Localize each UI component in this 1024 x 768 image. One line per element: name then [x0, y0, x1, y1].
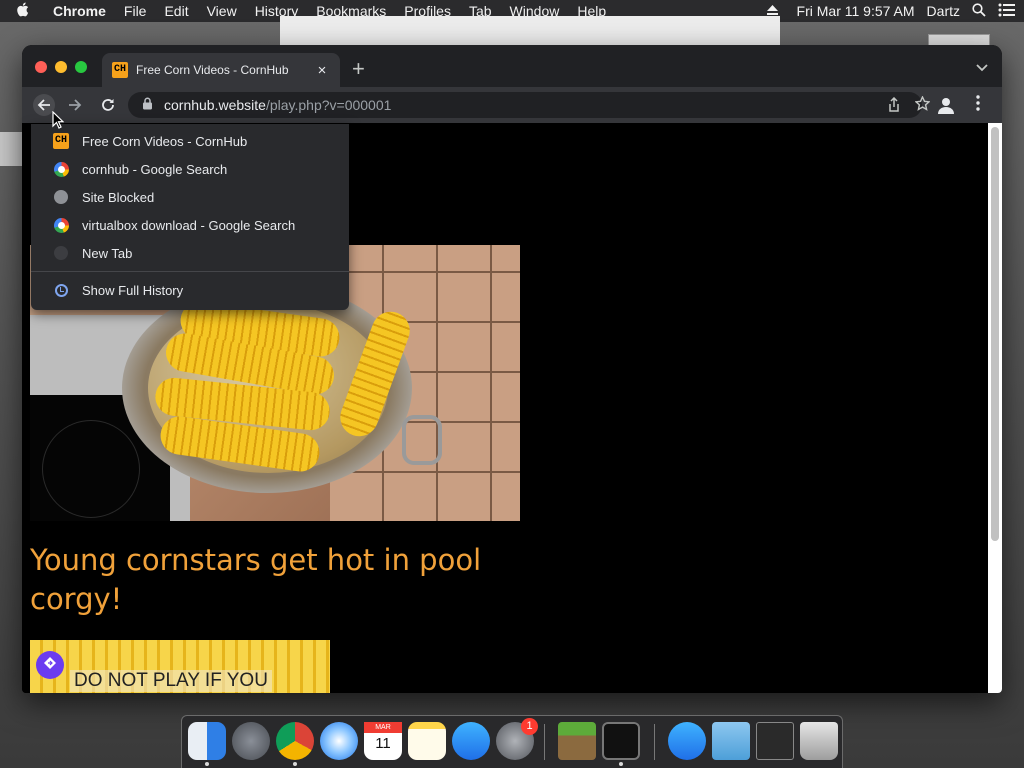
- notes-icon[interactable]: [408, 722, 446, 760]
- screenshot-stack-icon[interactable]: [756, 722, 794, 760]
- macos-dock: MAR 11 1: [181, 715, 843, 768]
- floating-extension-button[interactable]: [36, 651, 64, 679]
- tab-strip: CH Free Corn Videos - CornHub × +: [22, 45, 1002, 87]
- mouse-pointer-icon: [52, 111, 64, 129]
- history-item-site-blocked[interactable]: Site Blocked: [31, 183, 349, 211]
- terminal-icon[interactable]: [602, 722, 640, 760]
- history-item-label: cornhub - Google Search: [82, 161, 228, 177]
- zoom-window-button[interactable]: [75, 61, 87, 73]
- url-path: /play.php?v=000001: [265, 97, 392, 113]
- close-window-button[interactable]: [35, 61, 47, 73]
- back-arrow-icon: [37, 99, 50, 111]
- more-options-icon[interactable]: [974, 95, 982, 115]
- running-indicator: [205, 762, 209, 766]
- lock-icon[interactable]: [142, 97, 156, 113]
- calendar-month: MAR: [364, 722, 402, 733]
- history-item-cornhub[interactable]: CH Free Corn Videos - CornHub: [31, 127, 349, 155]
- cornhub-favicon-icon: CH: [112, 62, 128, 78]
- cornhub-favicon-icon: CH: [53, 133, 69, 149]
- thumbnail-caption: DO NOT PLAY IF YOU: [70, 670, 272, 692]
- apple-menu-icon[interactable]: [0, 2, 44, 21]
- history-clock-icon: [53, 282, 69, 298]
- show-full-history-label: Show Full History: [82, 282, 184, 298]
- diamond-arrow-icon: [44, 657, 56, 669]
- documents-folder-icon[interactable]: [712, 722, 750, 760]
- window-controls: [35, 61, 95, 73]
- reload-icon: [102, 99, 114, 111]
- running-indicator: [619, 762, 623, 766]
- back-history-menu: CH Free Corn Videos - CornHub cornhub - …: [31, 124, 349, 310]
- calendar-day: 11: [375, 735, 391, 752]
- menubar-clock[interactable]: Fri Mar 11 9:57 AM: [797, 3, 915, 19]
- calendar-icon[interactable]: MAR 11: [364, 722, 402, 760]
- app-store-icon[interactable]: [452, 722, 490, 760]
- finder-icon[interactable]: [188, 722, 226, 760]
- applications-folder-icon[interactable]: [668, 722, 706, 760]
- tab-search-chevron-icon[interactable]: [976, 60, 988, 75]
- menu-view[interactable]: View: [198, 0, 246, 22]
- new-tab-icon: [53, 245, 69, 261]
- show-full-history-item[interactable]: Show Full History: [31, 276, 349, 304]
- menu-separator: [31, 271, 349, 272]
- desktop-file-label-fragment[interactable]: [0, 132, 22, 166]
- notification-badge: 1: [521, 718, 538, 735]
- video-frame-burner: [42, 420, 140, 518]
- share-icon[interactable]: [888, 96, 900, 115]
- tab-title: Free Corn Videos - CornHub: [136, 63, 289, 77]
- running-indicator: [293, 762, 297, 766]
- browser-toolbar: cornhub.website/play.php?v=000001: [22, 87, 1002, 123]
- history-item-label: Site Blocked: [82, 189, 155, 205]
- safari-icon[interactable]: [320, 722, 358, 760]
- history-item-virtualbox-google-search[interactable]: virtualbox download - Google Search: [31, 211, 349, 239]
- globe-icon: [53, 189, 69, 205]
- menu-edit[interactable]: Edit: [155, 0, 197, 22]
- menubar-user[interactable]: Dartz: [927, 3, 960, 19]
- bookmark-star-icon[interactable]: [914, 95, 931, 115]
- history-item-label: Free Corn Videos - CornHub: [82, 133, 248, 149]
- new-tab-button[interactable]: +: [352, 57, 365, 81]
- minecraft-icon[interactable]: [558, 722, 596, 760]
- page-scrollbar[interactable]: [988, 123, 1002, 693]
- url-host: cornhub.website: [164, 97, 266, 113]
- history-item-cornhub-google-search[interactable]: cornhub - Google Search: [31, 155, 349, 183]
- profile-avatar-icon[interactable]: [936, 95, 956, 115]
- minimize-window-button[interactable]: [55, 61, 67, 73]
- chrome-icon[interactable]: [276, 722, 314, 760]
- menu-file[interactable]: File: [115, 0, 156, 22]
- launchpad-icon[interactable]: [232, 722, 270, 760]
- tab-close-icon[interactable]: ×: [314, 62, 330, 79]
- cornhub-favicon-glyph: CH: [53, 133, 69, 149]
- spotlight-search-icon[interactable]: [972, 2, 986, 20]
- video-frame-pot-handle: [402, 415, 442, 465]
- control-center-icon[interactable]: [998, 3, 1016, 20]
- video-thumbnail[interactable]: DO NOT PLAY IF YOU: [30, 640, 330, 693]
- dock-separator: [654, 724, 655, 760]
- menu-app-name[interactable]: Chrome: [44, 0, 115, 22]
- history-item-label: virtualbox download - Google Search: [82, 217, 296, 233]
- forward-button[interactable]: [64, 94, 86, 116]
- tab-active[interactable]: CH Free Corn Videos - CornHub ×: [102, 53, 340, 87]
- reload-button[interactable]: [97, 94, 119, 116]
- forward-arrow-icon: [69, 99, 82, 111]
- google-icon: [53, 217, 69, 233]
- history-item-label: New Tab: [82, 245, 133, 261]
- history-item-new-tab[interactable]: New Tab: [31, 239, 349, 267]
- dock-separator: [544, 724, 545, 760]
- video-title[interactable]: Young cornstars get hot in pool corgy!: [30, 541, 500, 619]
- google-icon: [53, 161, 69, 177]
- scrollbar-thumb[interactable]: [991, 127, 999, 541]
- background-window-fragment: [280, 16, 780, 46]
- trash-icon[interactable]: [800, 722, 838, 760]
- address-bar[interactable]: cornhub.website/play.php?v=000001: [128, 92, 931, 118]
